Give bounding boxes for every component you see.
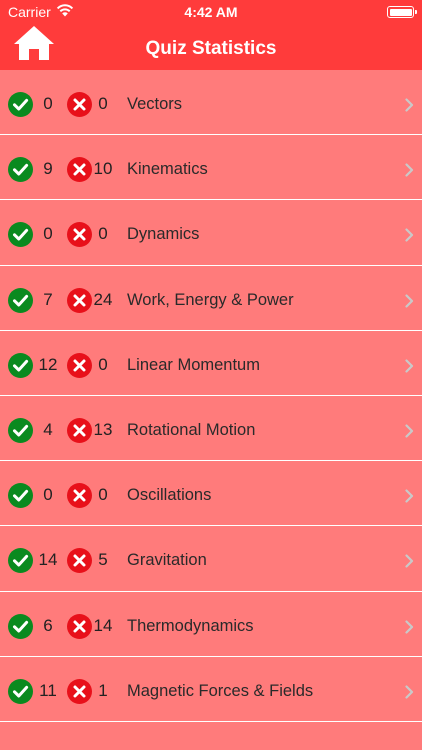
check-circle-icon	[8, 678, 33, 704]
check-circle-icon	[8, 157, 33, 183]
correct-count: 0	[43, 485, 53, 505]
navigation-bar: Carrier 4:42 AM Quiz Statistics	[0, 0, 422, 70]
correct-count: 4	[43, 419, 53, 439]
chevron-right-icon	[405, 489, 414, 503]
list-item[interactable]: 0 0 Dynamics	[0, 200, 422, 266]
list-item[interactable]: 9 10 Kinematics	[0, 135, 422, 201]
status-bar: Carrier 4:42 AM	[0, 0, 422, 24]
check-circle-icon	[8, 287, 33, 313]
topic-label: Rotational Motion	[127, 420, 256, 439]
correct-count: 0	[43, 94, 53, 113]
x-circle-icon	[67, 483, 92, 509]
list-item[interactable]: 4 13 Rotational Motion	[0, 395, 422, 462]
statistics-list: 0 0 Vectors 9 10 Kinematics 0 0 Dynamics	[0, 70, 422, 722]
list-item[interactable]: 12 0 Linear Momentum	[0, 330, 422, 396]
topic-label: Thermodynamics	[127, 616, 254, 635]
check-circle-icon	[8, 92, 33, 117]
correct-count: 11	[39, 680, 57, 700]
check-circle-icon	[8, 222, 33, 248]
correct-count: 7	[43, 289, 53, 309]
check-circle-icon	[8, 613, 33, 639]
x-circle-icon	[67, 92, 92, 117]
chevron-right-icon	[405, 359, 414, 373]
topic-label: Dynamics	[127, 225, 200, 244]
x-circle-icon	[67, 157, 92, 183]
topic-label: Vectors	[127, 95, 183, 113]
chevron-right-icon	[405, 98, 414, 112]
topic-label: Oscillations	[127, 486, 212, 505]
chevron-right-icon	[405, 293, 414, 308]
status-time: 4:42 AM	[184, 4, 238, 20]
wrong-count: 5	[98, 550, 108, 570]
x-circle-icon	[67, 548, 92, 574]
x-circle-icon	[67, 222, 92, 248]
topic-label: Linear Momentum	[127, 355, 260, 374]
chevron-right-icon	[405, 554, 414, 568]
wrong-count: 0	[98, 94, 108, 113]
wrong-count: 1	[98, 680, 108, 700]
correct-count: 12	[38, 354, 58, 374]
topic-label: Gravitation	[127, 551, 207, 570]
list-item[interactable]: 6 14 Thermodynamics	[0, 591, 422, 657]
chevron-right-icon	[405, 619, 414, 634]
correct-count: 0	[43, 224, 53, 244]
wrong-count: 0	[98, 224, 108, 244]
chevron-right-icon	[405, 228, 414, 242]
x-circle-icon	[67, 287, 92, 313]
topic-label: Kinematics	[127, 160, 208, 179]
wrong-count: 13	[93, 419, 113, 439]
x-circle-icon	[67, 352, 92, 378]
chevron-right-icon	[405, 163, 414, 177]
check-circle-icon	[8, 417, 33, 443]
list-item[interactable]: 0 0 Vectors	[0, 70, 422, 136]
correct-count: 9	[43, 159, 53, 179]
x-circle-icon	[67, 678, 92, 704]
list-item[interactable]: 7 24 Work, Energy & Power	[0, 265, 422, 331]
list-item[interactable]: 14 5 Gravitation	[0, 526, 422, 592]
wrong-count: 24	[93, 289, 113, 309]
correct-count: 6	[43, 615, 53, 635]
page-title: Quiz Statistics	[145, 38, 277, 59]
check-circle-icon	[8, 352, 33, 378]
wrong-count: 0	[98, 354, 108, 374]
check-circle-icon	[8, 548, 33, 574]
x-circle-icon	[67, 613, 92, 639]
list-item[interactable]: 0 0 Oscillations	[0, 461, 422, 527]
topic-label: Work, Energy & Power	[127, 290, 294, 309]
battery-icon	[387, 6, 417, 18]
wrong-count: 14	[93, 615, 113, 635]
wrong-count: 10	[93, 159, 113, 179]
list-item[interactable]: 11 1 Magnetic Forces & Fields	[0, 656, 422, 722]
x-circle-icon	[67, 417, 92, 443]
correct-count: 14	[38, 550, 58, 570]
topic-label: Magnetic Forces & Fields	[127, 681, 314, 700]
check-circle-icon	[8, 483, 33, 509]
chevron-right-icon	[405, 424, 414, 438]
wrong-count: 0	[98, 485, 108, 505]
chevron-right-icon	[405, 685, 414, 699]
